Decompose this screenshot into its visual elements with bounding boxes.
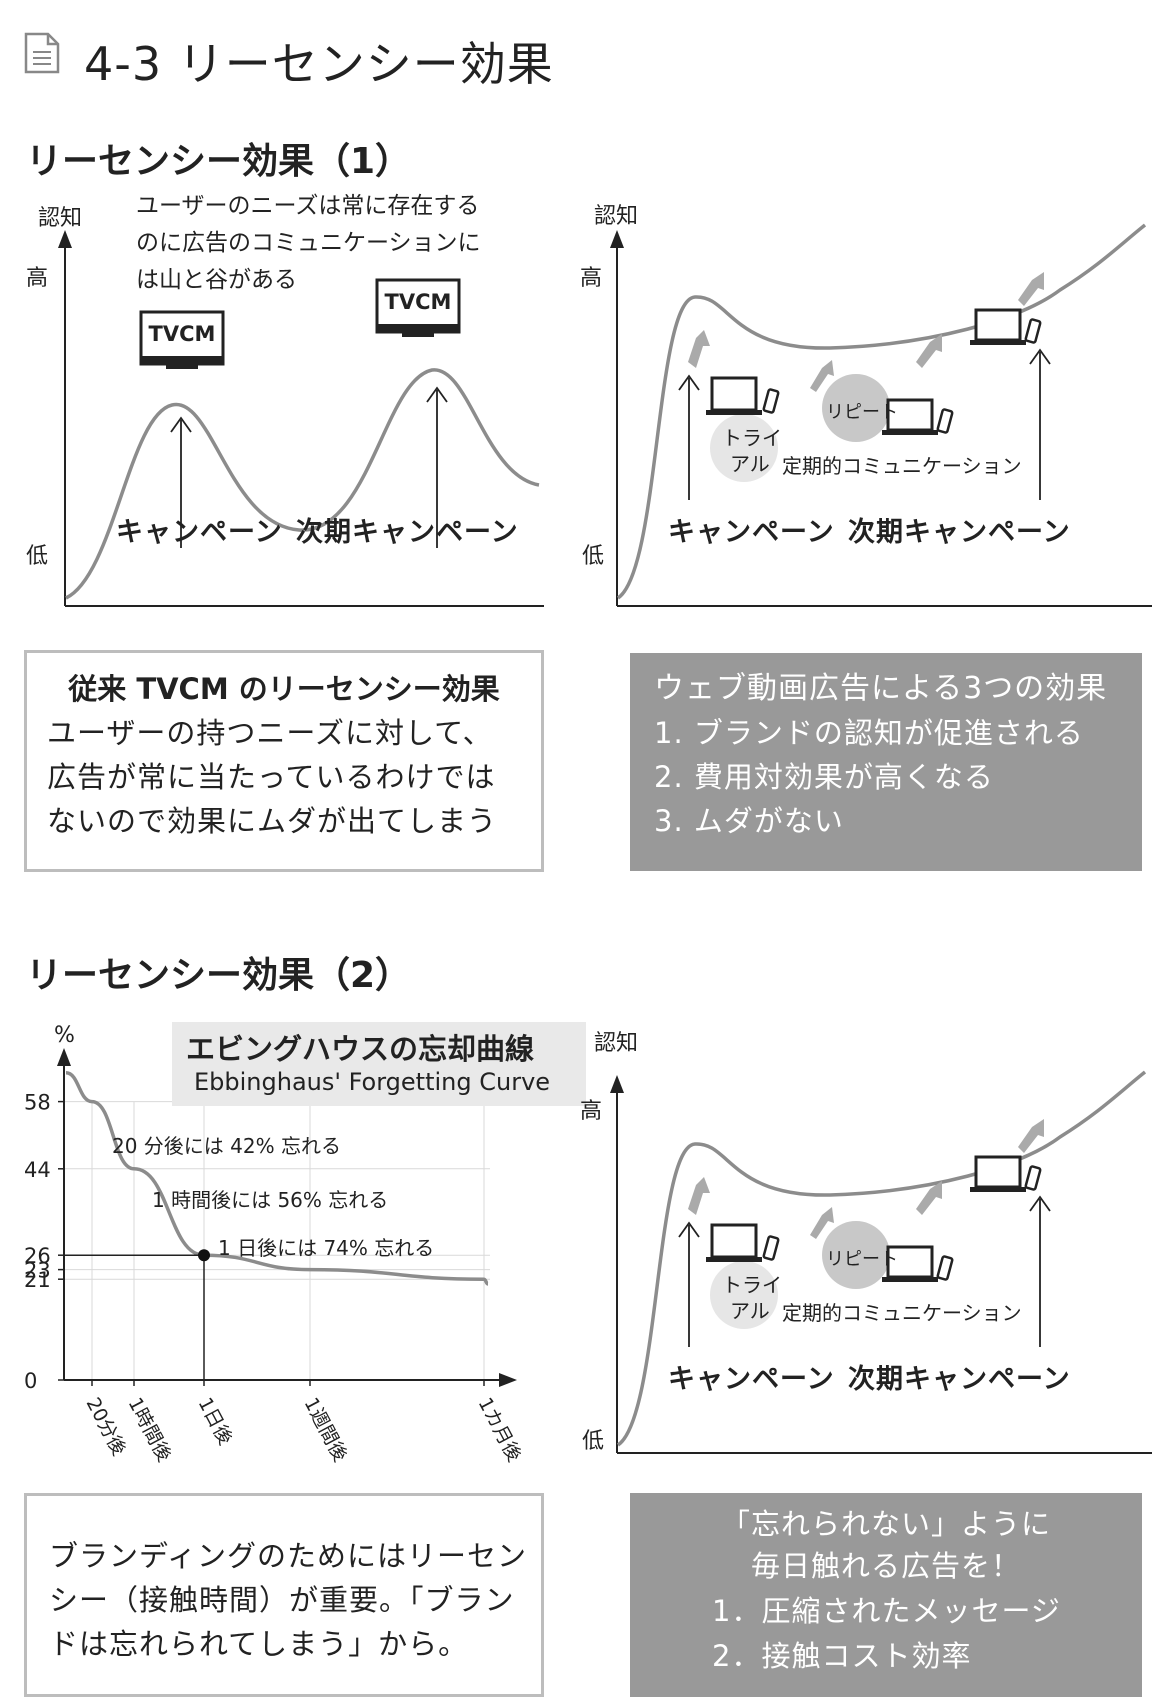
box-line: 1．圧縮されたメッセージ bbox=[712, 1594, 1061, 1628]
daily-ads-box: 「忘れられない」ように 毎日触れる広告を！ 1．圧縮されたメッセージ 2．接触コ… bbox=[630, 1493, 1142, 1697]
next-campaign-label: 次期キャンペーン bbox=[848, 517, 1071, 548]
trial-label: アル bbox=[730, 452, 770, 476]
box-title: ウェブ動画広告による3つの効果 bbox=[654, 671, 1108, 706]
next-campaign-label: 次期キャンペーン bbox=[848, 1364, 1071, 1395]
tv-label: TVCM bbox=[148, 322, 216, 346]
phone-icon bbox=[1024, 318, 1042, 344]
repeat-label: リピート bbox=[826, 402, 898, 423]
box-line: ユーザーの持つニーズに対して、 bbox=[47, 716, 493, 750]
phone-icon bbox=[1024, 1165, 1042, 1191]
annotation: 20 分後には 42% 忘れる bbox=[112, 1134, 341, 1158]
axis-low-label: 低 bbox=[26, 544, 49, 569]
x-tick-label: 20分後 bbox=[82, 1394, 131, 1459]
x-tick-label: 1カ月後 bbox=[474, 1394, 526, 1465]
box-title: 従来 TVCM のリーセンシー効果 bbox=[68, 672, 500, 706]
phone-icon bbox=[762, 388, 780, 414]
box-line: 2. 費用対効果が高くなる bbox=[654, 760, 994, 794]
tvcm-summary-box: 従来 TVCM のリーセンシー効果 ユーザーの持つニーズに対して、 広告が常に当… bbox=[24, 650, 544, 872]
box-line: 2．接触コスト効率 bbox=[712, 1639, 972, 1673]
box-line: 1. ブランドの認知が促進される bbox=[654, 716, 1084, 750]
box-line: ないので効果にムダが出てしまう bbox=[47, 804, 498, 838]
y-tick-label: 26 bbox=[24, 1244, 51, 1268]
phone-icon bbox=[936, 408, 954, 434]
axis-low-label: 低 bbox=[582, 1429, 605, 1454]
web-video-recency-chart: 認知 高 低 トライ アル リピート 定期的コミュニケーション キャンペーン 次… bbox=[580, 200, 1160, 620]
y-tick-label: 44 bbox=[24, 1158, 51, 1182]
trial-label: トライ bbox=[722, 1273, 782, 1297]
phone-icon bbox=[762, 1235, 780, 1261]
forgetting-title-ja: エビングハウスの忘却曲線 bbox=[186, 1032, 535, 1066]
x-tick-label: 1週間後 bbox=[300, 1394, 352, 1465]
y-axis-arrow bbox=[57, 1048, 71, 1066]
axis-high-label: 高 bbox=[580, 1099, 603, 1124]
x-tick-label: 1時間後 bbox=[124, 1394, 176, 1465]
next-campaign-label: 次期キャンペーン bbox=[296, 517, 519, 548]
x-tick-label: 1日後 bbox=[194, 1394, 237, 1449]
y-tick-label: 58 bbox=[24, 1091, 51, 1115]
recency-summary-box: ブランディングのためにはリーセン シー（接触時間）が重要。「ブラン ドは忘れられ… bbox=[24, 1493, 544, 1697]
regular-communication-label: 定期的コミュニケーション bbox=[782, 454, 1022, 478]
laptop-icon bbox=[706, 1223, 762, 1262]
annotation: 1 日後には 74% 忘れる bbox=[218, 1236, 435, 1260]
box-line: ブランディングのためにはリーセン bbox=[49, 1539, 527, 1573]
campaign-label: キャンペーン bbox=[116, 517, 283, 548]
tvcm-recency-chart: 認知 高 低 ユーザーのニーズは常に存在する のに広告のコミュニケーションに は… bbox=[24, 193, 554, 620]
box-line: シー（接触時間）が重要。「ブラン bbox=[49, 1583, 515, 1617]
axis-label-recognition: 認知 bbox=[38, 206, 83, 231]
x-axis-arrow bbox=[499, 1373, 517, 1387]
y-tick-label: 0 bbox=[24, 1369, 37, 1393]
trial-label: アル bbox=[730, 1299, 770, 1323]
axis-high-label: 高 bbox=[580, 266, 603, 291]
forgetting-title-en: Ebbinghaus' Forgetting Curve bbox=[194, 1068, 551, 1096]
highlight-point bbox=[198, 1249, 210, 1262]
axis-label-recognition: 認知 bbox=[594, 1031, 639, 1056]
trial-label: トライ bbox=[722, 426, 782, 450]
note-line: のに広告のコミュニケーションに bbox=[136, 230, 481, 256]
tv-label: TVCM bbox=[384, 290, 452, 314]
page-title: 4-3 リーセンシー効果 bbox=[84, 37, 554, 91]
web-video-effects-box: ウェブ動画広告による3つの効果 1. ブランドの認知が促進される 2. 費用対効… bbox=[630, 653, 1142, 871]
phone-icon bbox=[936, 1255, 954, 1281]
axis-label-recognition: 認知 bbox=[594, 204, 639, 229]
campaign-label: キャンペーン bbox=[668, 517, 835, 548]
section2-title: リーセンシー効果（2） bbox=[26, 955, 412, 996]
repeat-label: リピート bbox=[826, 1249, 898, 1270]
box-line: 広告が常に当たっているわけでは bbox=[47, 760, 496, 794]
campaign-label: キャンペーン bbox=[668, 1364, 835, 1395]
note-line: ユーザーのニーズは常に存在する bbox=[136, 193, 480, 219]
document-icon bbox=[24, 32, 60, 74]
box-line: ドは忘れられてしまう」から。 bbox=[49, 1627, 469, 1661]
box-line: 毎日触れる広告を！ bbox=[750, 1549, 1021, 1583]
annotation: 1 時間後には 56% 忘れる bbox=[152, 1188, 389, 1212]
web-video-recency-chart-2: 認知 高 低 トライ アル リピート 定期的コミュニケーション キャンペーン 次… bbox=[580, 1031, 1160, 1465]
laptop-icon bbox=[970, 1155, 1026, 1192]
axis-high-label: 高 bbox=[26, 266, 49, 291]
box-line: 3. ムダがない bbox=[654, 804, 844, 838]
laptop-icon bbox=[706, 376, 762, 415]
box-line: 「忘れられない」ように bbox=[720, 1507, 1051, 1541]
regular-communication-label: 定期的コミュニケーション bbox=[782, 1301, 1022, 1325]
forgetting-curve-chart: % 0 21 23 26 44 58 20分後 1時間後 1日後 1週間後 1カ月後 エビングハウスの… bbox=[20, 1020, 586, 1480]
section1-title: リーセンシー効果（1） bbox=[26, 141, 412, 182]
axis-low-label: 低 bbox=[582, 544, 605, 569]
laptop-icon bbox=[970, 308, 1026, 345]
y-axis-label: % bbox=[54, 1023, 75, 1048]
